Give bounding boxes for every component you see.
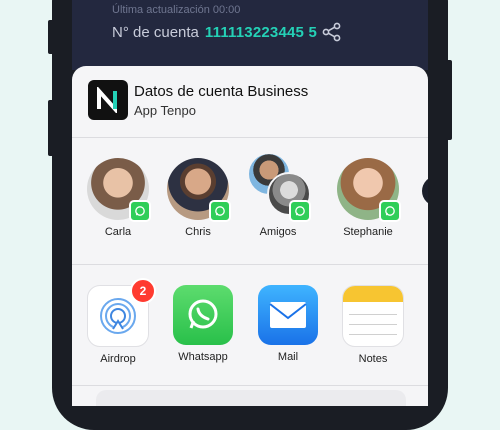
contact-carla[interactable]: Carla [78,158,158,238]
apps-row: 2 Airdrop Whatsapp Mail Notes [72,265,428,386]
app-mail[interactable]: Mail [253,285,323,363]
app-notes[interactable]: Notes [338,285,408,365]
contact-stephanie[interactable]: Stephanie [328,158,408,238]
group-avatar [247,152,311,222]
account-row: N° de cuenta 111113223445 5 [112,24,317,41]
phone-side-button [446,60,452,140]
app-whatsapp[interactable]: Whatsapp [168,285,238,363]
whatsapp-icon [289,200,311,222]
app-airdrop[interactable]: 2 Airdrop [83,278,156,365]
app-name: Airdrop [100,353,136,365]
notification-badge: 2 [130,278,156,304]
contact-name: Stephanie [343,226,393,238]
last-update-text: Última actualización 00:00 [112,4,241,16]
contact-chris[interactable]: Chris [158,158,238,238]
contact-name: Carla [104,226,132,238]
account-number: 111113223445 5 [204,24,317,41]
avatar [337,158,401,222]
contact-name: Chris [185,226,211,238]
whatsapp-icon [209,200,231,222]
share-icon[interactable] [322,22,342,42]
app-name: Whatsapp [178,351,228,363]
tenpo-logo-icon [88,80,128,120]
contact-amigos[interactable]: Amigos [238,152,318,238]
account-panel: Última actualización 00:00 N° de cuenta … [72,0,428,70]
share-sheet-header: Datos de cuenta Business App Tenpo [72,66,428,138]
whatsapp-icon [173,285,233,345]
people-row: Carla Chris Amigos Stephanie [72,138,428,265]
contact-partial[interactable] [422,176,428,206]
avatar [167,158,231,222]
notes-icon [342,285,404,347]
whatsapp-icon [129,200,151,222]
mail-icon [258,285,318,345]
app-name: Notes [358,353,388,365]
phone-side-button [48,20,54,54]
share-title: Datos de cuenta Business [134,83,309,100]
share-sheet: Datos de cuenta Business App Tenpo Carla… [72,66,428,406]
whatsapp-icon [379,200,401,222]
app-name: Mail [277,351,299,363]
action-row[interactable] [96,390,406,406]
share-subtitle: App Tenpo [134,103,196,118]
avatar [87,158,151,222]
account-label: N° de cuenta [112,24,199,41]
airdrop-icon: 2 [87,278,156,347]
contact-name: Amigos [259,226,297,238]
phone-side-button [48,100,54,156]
